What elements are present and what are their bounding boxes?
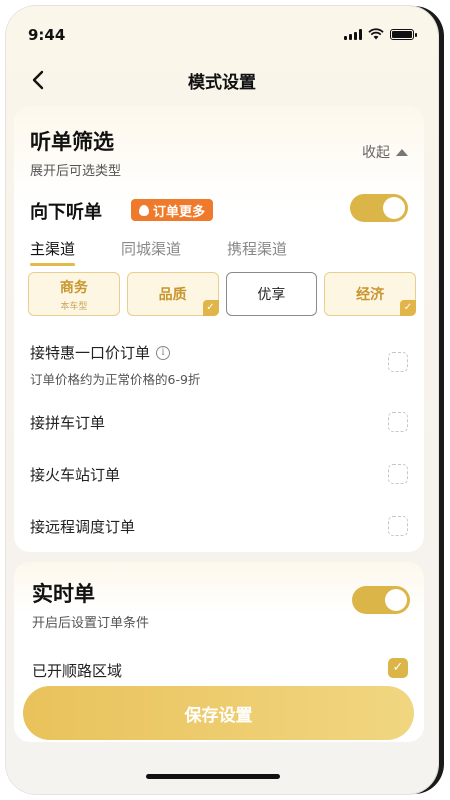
listen-down-toggle[interactable] — [350, 194, 408, 222]
list-item-subtitle: 订单价格约为正常价格的6-9折 — [30, 372, 201, 387]
list-item-label: 接远程调度订单 — [30, 518, 136, 536]
page-title: 模式设置 — [188, 73, 256, 93]
battery-icon — [390, 28, 417, 40]
remote-dispatch-order-checkbox[interactable] — [388, 516, 408, 536]
tab-city-channel[interactable]: 同城渠道 — [121, 238, 181, 259]
nav-bar: 模式设置 — [6, 62, 438, 98]
option-sublabel: 本车型 — [60, 301, 88, 312]
list-item-train-station-order[interactable]: 接火车站订单 — [30, 464, 414, 485]
realtime-toggle[interactable] — [352, 586, 410, 614]
list-item-discount-order[interactable]: 接特惠一口价订单 i 订单价格约为正常价格的6-9折 — [30, 342, 414, 388]
status-time: 9:44 — [28, 26, 66, 44]
realtime-section-subtitle: 开启后设置订单条件 — [32, 616, 150, 631]
list-item-label: 接拼车订单 — [30, 414, 106, 432]
train-station-order-checkbox[interactable] — [388, 464, 408, 484]
option-label: 商务 — [59, 279, 88, 296]
option-economy[interactable]: 经济 ✓ — [324, 272, 416, 316]
option-business[interactable]: 商务 本车型 — [28, 272, 120, 316]
collapse-button[interactable]: 收起 — [362, 142, 408, 162]
list-item-route-area[interactable]: 已开顺路区域 ✓ — [32, 658, 414, 681]
flame-icon — [139, 204, 149, 216]
list-item-carpool-order[interactable]: 接拼车订单 — [30, 412, 414, 433]
signal-icon — [344, 28, 362, 40]
carpool-order-checkbox[interactable] — [388, 412, 408, 432]
discount-order-checkbox[interactable] — [388, 352, 408, 372]
vehicle-type-options: 商务 本车型 品质 ✓ 优享 经济 ✓ — [28, 272, 416, 316]
listen-down-label: 向下听单 — [30, 202, 102, 223]
status-bar: 9:44 — [6, 6, 438, 46]
list-item-label: 已开顺路区域 — [32, 662, 123, 680]
save-button[interactable]: 保存设置 — [23, 686, 414, 740]
tab-main-channel[interactable]: 主渠道 — [30, 238, 76, 266]
channel-tabs: 主渠道 同城渠道 携程渠道 — [30, 238, 287, 266]
option-quality[interactable]: 品质 ✓ — [126, 272, 219, 316]
option-label: 经济 — [356, 287, 385, 303]
more-orders-badge: 订单更多 — [131, 199, 214, 221]
filter-section-title: 听单筛选 — [30, 130, 114, 154]
list-item-label: 接特惠一口价订单 — [30, 344, 151, 362]
list-item-label-row: 接特惠一口价订单 i — [30, 342, 171, 363]
route-area-checkbox[interactable]: ✓ — [388, 658, 408, 678]
list-item-label: 接火车站订单 — [30, 466, 121, 484]
tab-ctrip-channel[interactable]: 携程渠道 — [227, 238, 287, 259]
home-indicator[interactable] — [146, 774, 280, 779]
check-icon: ✓ — [400, 300, 416, 316]
realtime-section-title: 实时单 — [32, 582, 95, 606]
info-icon[interactable]: i — [156, 345, 171, 360]
filter-section-subtitle: 展开后可选类型 — [30, 164, 122, 179]
check-icon: ✓ — [202, 300, 219, 316]
wifi-icon — [368, 28, 384, 40]
option-label: 品质 — [158, 287, 187, 303]
filter-card: 听单筛选 展开后可选类型 收起 向下听单 订单更多 主渠道 同城渠道 携程渠道 … — [14, 106, 424, 552]
collapse-label: 收起 — [362, 145, 390, 161]
option-premium[interactable]: 优享 — [225, 272, 318, 316]
badge-label: 订单更多 — [153, 204, 206, 220]
caret-up-icon — [396, 148, 408, 156]
list-item-remote-dispatch-order[interactable]: 接远程调度订单 — [30, 516, 414, 537]
option-label: 优享 — [257, 287, 286, 303]
phone-screen: 9:44 模式设置 听单筛选 展开后可选类型 收起 向下听单 订单更多 主渠道 … — [6, 6, 438, 794]
status-icons — [344, 28, 417, 40]
